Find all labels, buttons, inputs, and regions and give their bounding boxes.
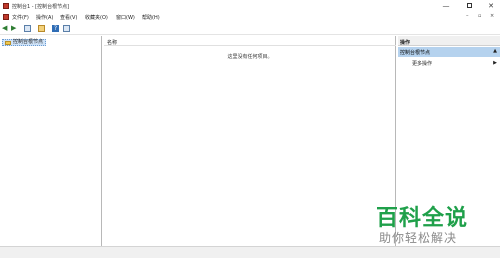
submenu-arrow-icon: ▶ — [493, 60, 497, 66]
results-pane: 名称 这里没有任何项目。 — [104, 36, 396, 246]
show-hide-tree-icon[interactable] — [24, 25, 31, 32]
mdi-close-button[interactable]: × — [490, 13, 494, 19]
console-menu-icon[interactable] — [3, 14, 9, 20]
menu-help[interactable]: 帮助(H) — [142, 14, 160, 21]
tree-item-label: 控制台根节点 — [13, 39, 44, 45]
menu-favorites[interactable]: 收藏夹(O) — [85, 14, 108, 21]
column-header-name[interactable]: 名称 — [107, 39, 117, 46]
toolbar: ◀ ▶ ? — [0, 22, 500, 35]
actions-group-label: 控制台根节点 — [400, 50, 431, 56]
mdi-restore-button[interactable]: ▫ — [478, 13, 481, 19]
back-arrow-icon[interactable]: ◀ — [2, 25, 9, 32]
maximize-button[interactable] — [459, 0, 479, 12]
menu-window[interactable]: 窗口(W) — [116, 14, 135, 21]
more-actions-item[interactable]: 更多操作 ▶ — [398, 58, 500, 68]
menu-view[interactable]: 查看(V) — [60, 14, 77, 21]
actions-header: 操作 — [398, 36, 500, 46]
menu-bar: 文件(F) 操作(A) 查看(V) 收藏夹(O) 窗口(W) 帮助(H) – ▫… — [0, 12, 500, 22]
close-button[interactable]: ✕ — [481, 0, 500, 12]
console-tree-icon[interactable] — [63, 25, 70, 32]
console-tree-pane: 控制台根节点 — [0, 36, 102, 246]
watermark-logo: 百科全说 助你轻松解决 — [376, 200, 496, 248]
watermark-subtitle: 助你轻松解决 — [379, 231, 458, 245]
minimize-button[interactable]: — — [436, 0, 456, 12]
maximize-icon — [466, 3, 472, 8]
actions-header-label: 操作 — [400, 40, 411, 46]
folder-icon — [5, 41, 11, 45]
more-actions-label: 更多操作 — [412, 61, 433, 67]
empty-message: 这里没有任何项目。 — [227, 54, 273, 60]
mmc-app-icon — [3, 3, 9, 9]
up-folder-icon[interactable] — [38, 25, 45, 32]
collapse-caret-icon[interactable]: ▲ — [493, 48, 497, 54]
actions-group-console-root[interactable]: 控制台根节点 ▲ — [398, 47, 500, 57]
menu-action[interactable]: 操作(A) — [36, 14, 53, 21]
column-header[interactable]: 名称 — [104, 36, 396, 46]
forward-arrow-icon[interactable]: ▶ — [11, 25, 18, 32]
help-icon[interactable]: ? — [52, 25, 59, 32]
tree-item-console-root[interactable]: 控制台根节点 — [2, 39, 47, 46]
window-title: 控制台1 - [控制台根节点] — [12, 4, 70, 10]
mdi-minimize-button[interactable]: – — [466, 13, 469, 19]
menu-file[interactable]: 文件(F) — [12, 14, 29, 21]
watermark-title: 百科全说 — [376, 206, 469, 231]
title-bar: 控制台1 - [控制台根节点] — ✕ — [0, 0, 500, 12]
